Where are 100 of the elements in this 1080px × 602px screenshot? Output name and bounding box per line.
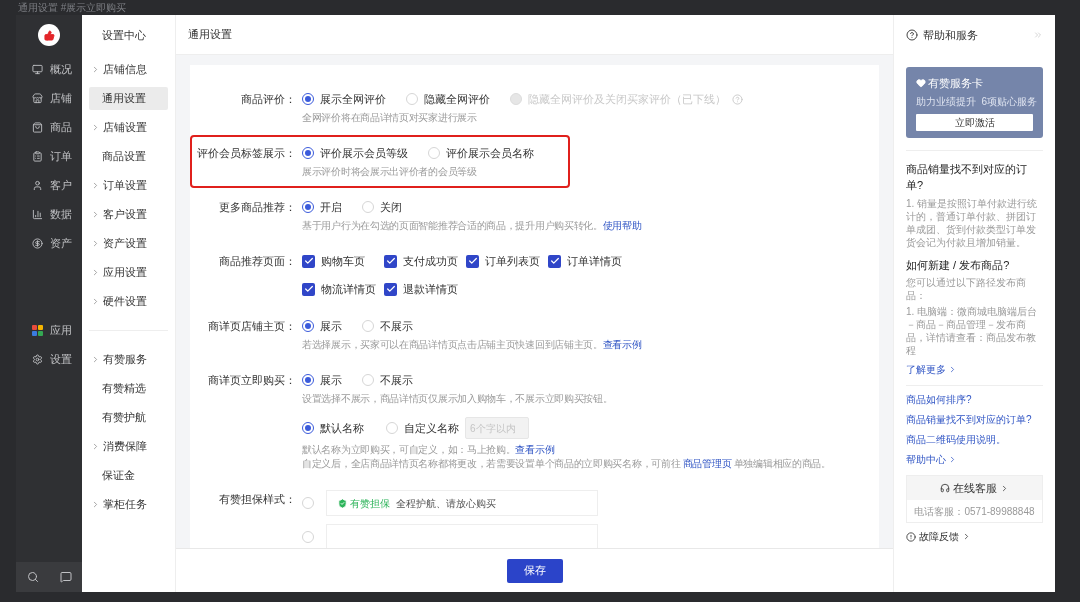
subnav-item[interactable]: 客户设置	[89, 203, 168, 226]
help-link[interactable]: 查看示例	[515, 444, 555, 455]
subnav-item[interactable]: 掌柜任务	[89, 493, 168, 516]
message-icon[interactable]	[59, 571, 72, 583]
option-label: 退款详情页	[403, 281, 458, 297]
option-label: 不展示	[380, 318, 413, 334]
page-caption: 通用设置 #展示立即购买	[18, 1, 127, 14]
feedback-link[interactable]: 故障反馈	[906, 529, 1043, 544]
note-text: 默认名称为立即购买，可自定义，如：马上抢购。查看示例	[302, 443, 556, 457]
option-label: 展示	[320, 372, 342, 388]
chevron-icon	[91, 65, 100, 74]
hint-text: 展示评价时将会展示出评价者的会员等级	[302, 165, 478, 179]
chevron-icon	[1000, 483, 1009, 493]
subnav-item[interactable]: 资产设置	[89, 232, 168, 255]
option-label: 默认名称	[320, 420, 364, 436]
nav-item[interactable]: 订单	[16, 142, 82, 171]
radio-button[interactable]	[302, 320, 314, 332]
subnav-item[interactable]: 有赞护航	[89, 406, 168, 429]
page-title: 通用设置	[188, 27, 232, 43]
help-link[interactable]: 商品如何排序?	[906, 392, 1043, 407]
help-link[interactable]: 商品销量找不到对应的订单?	[906, 412, 1043, 427]
apps-icon	[32, 325, 43, 336]
faq-title: 商品销量找不到对应的订单?	[906, 161, 1028, 193]
field-label: 更多商品推荐：	[219, 199, 296, 215]
badge-label: 有赞担保	[350, 496, 390, 511]
field-label: 商品评价：	[241, 91, 296, 107]
nav-item[interactable]: 数据	[16, 200, 82, 229]
help-center-link[interactable]: 帮助中心	[906, 452, 1043, 467]
field-label: 有赞担保样式：	[219, 491, 296, 507]
hint-text: 全网评价将在商品详情页对买家进行展示	[302, 111, 478, 125]
checkbox[interactable]	[384, 282, 397, 296]
nav-item[interactable]: 客户	[16, 171, 82, 200]
checkbox[interactable]	[302, 254, 315, 268]
subnav-item[interactable]: 有赞精选	[89, 377, 168, 400]
nav-item[interactable]: 商品	[16, 113, 82, 142]
search-icon[interactable]	[26, 571, 39, 583]
subnav-title: 设置中心	[102, 27, 146, 43]
radio-button[interactable]	[302, 422, 314, 434]
option-label: 购物车页	[321, 253, 365, 269]
help-link[interactable]: 商品管理页	[682, 458, 732, 469]
option-label: 评价展示会员等级	[320, 145, 408, 161]
option-label: 评价展示会员名称	[446, 145, 534, 161]
panel-title: 帮助和服务	[923, 27, 978, 43]
style-option-card[interactable]: 有赞担保 全程护航、请放心购买	[326, 490, 598, 516]
subnav-item[interactable]: 硬件设置	[89, 290, 168, 313]
radio-button[interactable]	[302, 374, 314, 386]
option-label: 隐藏全网评价	[424, 91, 490, 107]
subnav-item[interactable]: 商品设置	[89, 145, 168, 168]
option-label: 不展示	[380, 372, 413, 388]
option-label: 关闭	[380, 199, 402, 215]
learn-more-link[interactable]: 了解更多	[906, 362, 1043, 377]
subnav-item[interactable]: 应用设置	[89, 261, 168, 284]
checkbox[interactable]	[466, 254, 479, 268]
subnav-item[interactable]: 订单设置	[89, 174, 168, 197]
nav-item[interactable]: 资产	[16, 229, 82, 258]
checkbox[interactable]	[384, 254, 397, 268]
chevron-icon	[91, 442, 100, 451]
radio-button[interactable]	[302, 201, 314, 213]
nav-item[interactable]: 应用	[16, 316, 82, 345]
nav-item[interactable]: 概况	[16, 55, 82, 84]
subnav-item[interactable]: 店铺设置	[89, 116, 168, 139]
hint-text: 若选择展示，买家可以在商品详情页点击店铺主页快速回到店铺主页。查看示例	[302, 338, 642, 352]
subnav-item[interactable]: 店铺信息	[89, 58, 168, 81]
chevron-icon	[91, 355, 100, 364]
option-label: 自定义名称	[404, 420, 459, 436]
alert-icon	[906, 531, 916, 542]
radio-button[interactable]	[302, 147, 314, 159]
card-title: 有赞服务卡	[928, 76, 983, 91]
option-label: 展示全网评价	[320, 91, 386, 107]
online-service-link[interactable]: 在线客服	[907, 476, 1042, 500]
help-link[interactable]: 查看示例	[602, 339, 642, 350]
field-label: 商详页立即购买：	[208, 372, 296, 388]
subnav-item[interactable]: 通用设置	[89, 87, 168, 110]
save-button[interactable]: 保存	[506, 558, 563, 583]
option-label: 支付成功页	[403, 253, 458, 269]
badge-text: 全程护航、请放心购买	[396, 496, 496, 511]
shield-icon	[337, 497, 348, 509]
settings-icon	[32, 354, 43, 365]
subnav-item[interactable]: 保证金	[89, 464, 168, 487]
logo[interactable]	[38, 24, 60, 46]
help-link[interactable]: 商品二维码使用说明。	[906, 432, 1043, 447]
chevron-icon	[91, 500, 100, 509]
chevron-icon	[91, 297, 100, 306]
nav-item[interactable]: 店铺	[16, 84, 82, 113]
help-link[interactable]: 使用帮助	[602, 220, 642, 231]
nav-item[interactable]: 设置	[16, 345, 82, 374]
chevron-icon	[91, 268, 100, 277]
radio-button[interactable]	[302, 93, 314, 105]
nav-icon	[32, 93, 43, 104]
chevron-icon	[91, 210, 100, 219]
nav-icon	[32, 238, 43, 249]
subnav-item[interactable]: 消费保障	[89, 435, 168, 458]
activate-button[interactable]: 立即激活	[916, 113, 1033, 131]
chevron-icon	[948, 365, 957, 374]
nav-icon	[32, 122, 43, 133]
checkbox[interactable]	[302, 282, 315, 296]
phone-text: 电话客服：0571-89988848	[913, 504, 1036, 519]
checkbox[interactable]	[548, 254, 561, 268]
subnav-item[interactable]: 有赞服务	[89, 348, 168, 371]
field-label: 商品推荐页面：	[219, 253, 296, 269]
